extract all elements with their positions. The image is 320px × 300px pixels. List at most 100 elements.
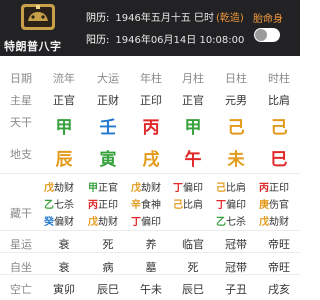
solar-date-line: 阳历: 1946年06月14日 10:08:00 [86,31,244,46]
hidden-stem-item: 乙七杀 [216,213,246,228]
earthly-branch-month: 午 [184,150,202,170]
divider [0,230,300,231]
divider [0,252,300,253]
hidden-stem-item: 戊劫财 [88,213,118,228]
hidden-stem-star: 七杀 [226,217,246,228]
hidden-stem-star: 偏印 [183,183,203,194]
col-header-year: 年柱 [140,72,162,85]
xingyun-month: 临官 [182,238,204,251]
lunar-date-line: 阴历: 1946年五月十五 巳时 (乾造) [86,9,244,24]
col-header-month: 月柱 [182,72,204,85]
earthly-branch-day: 未 [227,150,245,170]
hidden-stem-char: 甲 [88,183,98,194]
main-star-day: 元男 [225,94,247,107]
earthly-branch-year: 戌 [142,150,160,170]
hidden-stem-star: 食神 [141,200,161,211]
hidden-stem-item: 癸偏财 [44,213,74,228]
kongwang-day: 子丑 [225,283,247,296]
col-header-liunian: 流年 [53,72,75,85]
hidden-stem-star: 比肩 [226,183,246,194]
heavenly-stem-day: 己 [227,118,245,138]
hidden-stem-star: 正印 [269,183,289,194]
hidden-stem-item: 丙正印 [259,179,289,194]
main-star-hour: 比肩 [268,94,290,107]
hidden-stem-star: 七杀 [54,200,74,211]
lunar-label: 阴历: [86,13,110,24]
hidden-stem-star: 劫财 [98,217,118,228]
hidden-stem-item: 戊劫财 [44,179,74,194]
heavenly-stem-liunian: 甲 [55,118,73,138]
hidden-stem-star: 劫财 [141,183,161,194]
hidden-stem-star: 劫财 [54,183,74,194]
kongwang-year: 午未 [140,283,162,296]
header-bar: 特朗普八字 阴历: 1946年五月十五 巳时 (乾造) 阳历: 1946年06月14日… [0,0,300,56]
hidden-stem-char: 戊 [88,217,98,228]
lunar-value: 1946年五月十五 巳时 [115,13,215,24]
zizuo-liunian: 衰 [58,261,70,274]
zizuo-month: 死 [187,261,199,274]
row-label-zizuo: 自坐 [10,261,32,274]
xingyun-liunian: 衰 [58,238,70,251]
hidden-stem-char: 乙 [44,200,54,211]
calendar-ox-icon [21,4,55,30]
earthly-branch-liunian: 辰 [55,150,73,170]
xingyun-day: 冠带 [225,238,247,251]
hidden-stem-char: 丁 [131,217,141,228]
hidden-stem-char: 乙 [216,217,226,228]
xingyun-dayun: 死 [102,238,114,251]
zizuo-day: 冠带 [225,261,247,274]
hidden-stem-item: 丁偏印 [173,179,203,194]
earthly-branch-dayun: 寅 [99,150,117,170]
fetal-life-body-label[interactable]: 胎命身 [253,10,283,25]
hidden-stem-char: 癸 [44,217,54,228]
divider [0,173,300,174]
row-label-hidden: 藏干 [10,207,32,220]
hidden-stem-star: 偏印 [141,217,161,228]
col-header-day: 日柱 [225,72,247,85]
hidden-stem-char: 戊 [131,183,141,194]
row-label-kongwang: 空亡 [10,283,32,296]
solar-value: 1946年06月14日 10:08:00 [115,35,245,46]
hidden-stem-item: 丁偏印 [216,196,246,211]
hidden-stem-star: 伤官 [269,200,289,211]
zizuo-year: 墓 [145,261,157,274]
earthly-branch-hour: 巳 [270,150,288,170]
app-name: 特朗普八字 [4,40,62,53]
hidden-stem-char: 戊 [44,183,54,194]
hidden-stem-item: 己比肩 [216,179,246,194]
hidden-stem-char: 丙 [259,183,269,194]
row-label-branch: 地支 [10,148,32,161]
main-star-liunian: 正官 [53,94,75,107]
hidden-stem-item: 辛食神 [131,196,161,211]
hidden-stem-item: 戊劫财 [131,179,161,194]
app-logo: 特朗普八字 [0,0,78,56]
hidden-stem-char: 丁 [173,183,183,194]
hidden-stem-item: 戊劫财 [259,213,289,228]
toggle-knob [255,29,267,41]
heavenly-stem-dayun: 壬 [99,118,117,138]
hidden-stem-star: 正印 [98,200,118,211]
zizuo-dayun: 病 [102,261,114,274]
hidden-stem-item: 丙正印 [88,196,118,211]
hidden-stem-char: 辛 [131,200,141,211]
row-label-main-star: 主星 [10,94,32,107]
col-header-hour: 时柱 [268,72,290,85]
zizuo-hour: 帝旺 [268,261,290,274]
col-header-dayun: 大运 [97,72,119,85]
hidden-stem-item: 己比肩 [173,196,203,211]
row-label-xingyun: 星运 [10,238,32,251]
kongwang-dayun: 辰巳 [97,283,119,296]
main-star-year: 正印 [140,94,162,107]
hidden-stem-char: 己 [173,200,183,211]
heavenly-stem-year: 丙 [142,118,160,138]
main-star-month: 正官 [182,94,204,107]
hidden-stem-star: 比肩 [183,200,203,211]
xingyun-hour: 帝旺 [268,238,290,251]
heavenly-stem-hour: 己 [270,118,288,138]
kongwang-hour: 戌亥 [268,283,290,296]
fetal-life-body-toggle[interactable] [254,28,280,42]
kongwang-month: 辰巳 [182,283,204,296]
hidden-stem-star: 劫财 [269,217,289,228]
hidden-stem-char: 庚 [259,200,269,211]
hidden-stem-star: 正官 [98,183,118,194]
